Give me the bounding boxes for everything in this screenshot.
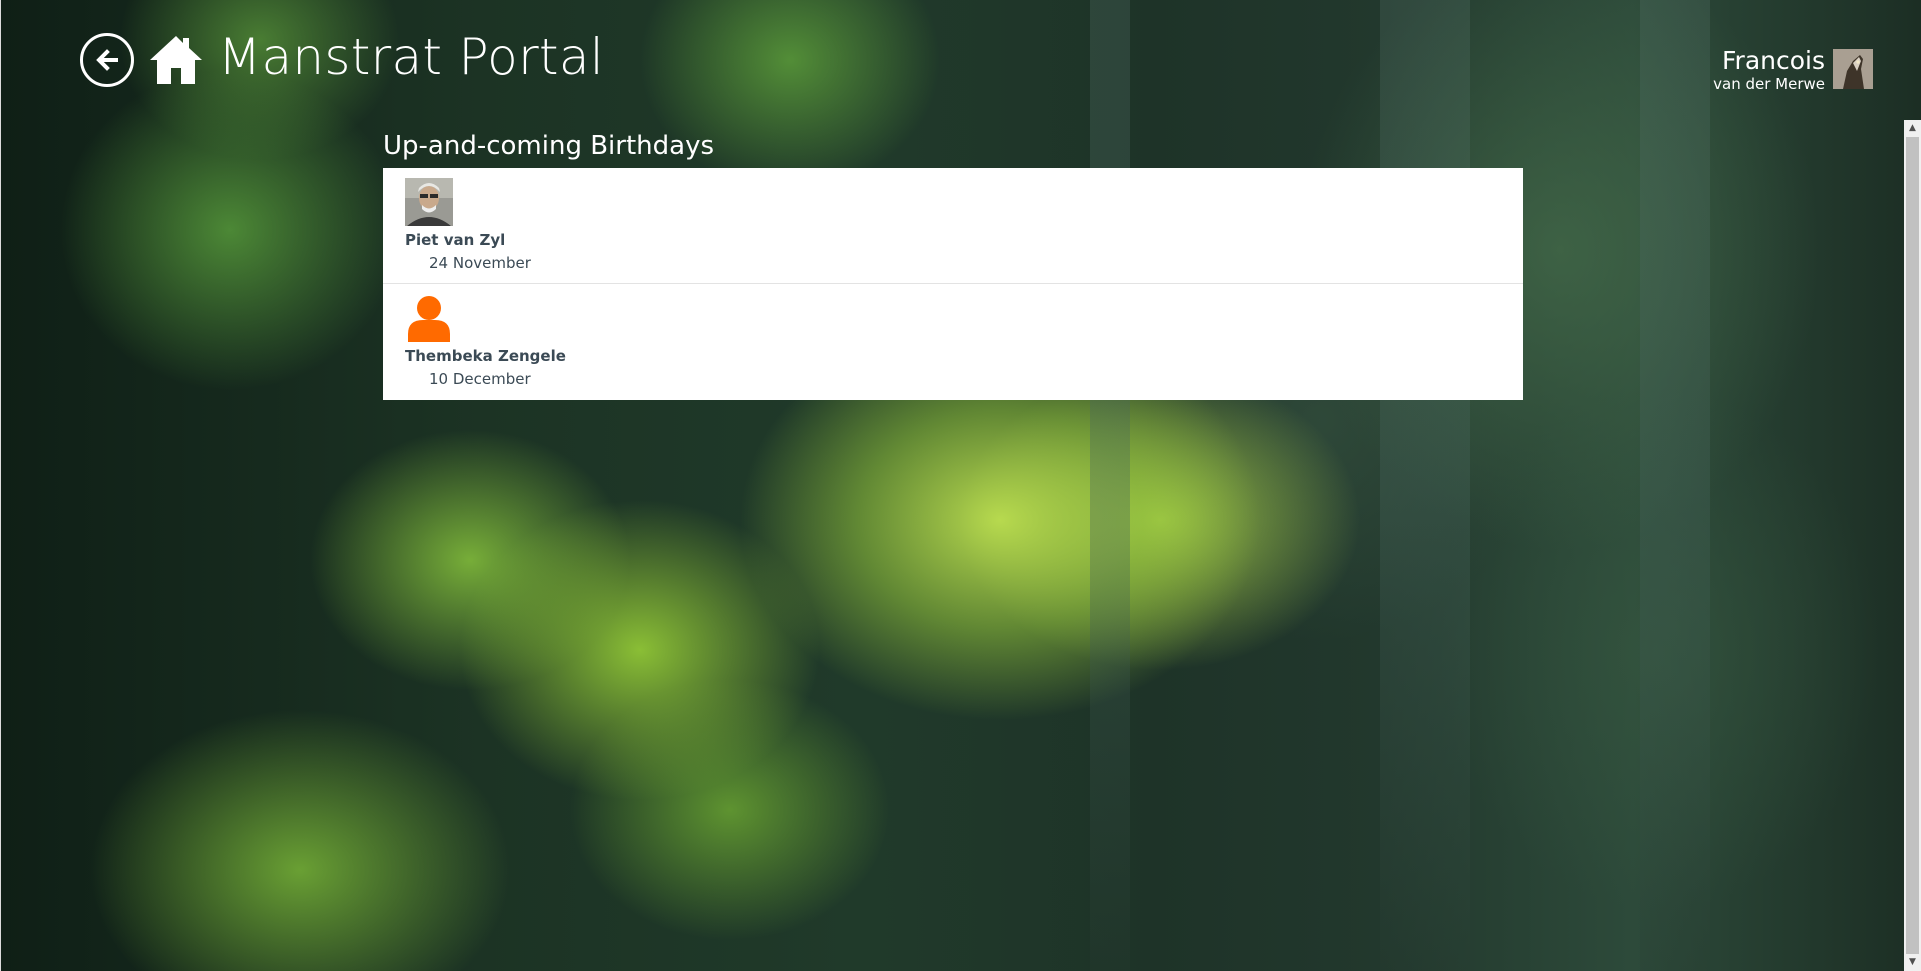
scroll-down-icon[interactable]: ▼: [1904, 954, 1921, 971]
app-title: Manstrat Portal: [218, 28, 604, 86]
scroll-up-icon[interactable]: ▲: [1904, 120, 1921, 137]
birthday-list: Piet van Zyl 24 November Thembeka Zengel…: [383, 168, 1523, 400]
user-avatar[interactable]: [1833, 49, 1873, 89]
background-stripe: [1640, 0, 1710, 971]
scroll-thumb[interactable]: [1906, 137, 1919, 954]
user-first-name: Francois: [1721, 46, 1825, 75]
person-name: Thembeka Zengele: [405, 347, 566, 365]
user-avatar-image: [1833, 49, 1873, 89]
background-stripe: [1090, 0, 1130, 971]
placeholder-person-icon: [408, 296, 450, 342]
user-info[interactable]: Francois van der Merwe: [1713, 46, 1825, 93]
section-title: Up-and-coming Birthdays: [383, 131, 715, 161]
birthday-date: 24 November: [429, 254, 531, 272]
birthday-list-item[interactable]: Piet van Zyl 24 November: [383, 168, 1523, 284]
back-button[interactable]: [80, 33, 134, 87]
back-arrow-icon: [96, 49, 118, 71]
user-last-name: van der Merwe: [1713, 75, 1825, 93]
birthday-list-item[interactable]: Thembeka Zengele 10 December: [383, 284, 1523, 400]
background-image: [0, 0, 1921, 971]
birthday-date: 10 December: [429, 370, 531, 388]
vertical-scrollbar[interactable]: ▲ ▼: [1904, 120, 1921, 971]
background-stripe: [1380, 0, 1470, 971]
home-icon[interactable]: [148, 34, 204, 86]
page-edge: [0, 0, 1, 971]
person-name: Piet van Zyl: [405, 231, 506, 249]
person-photo: [405, 178, 453, 226]
